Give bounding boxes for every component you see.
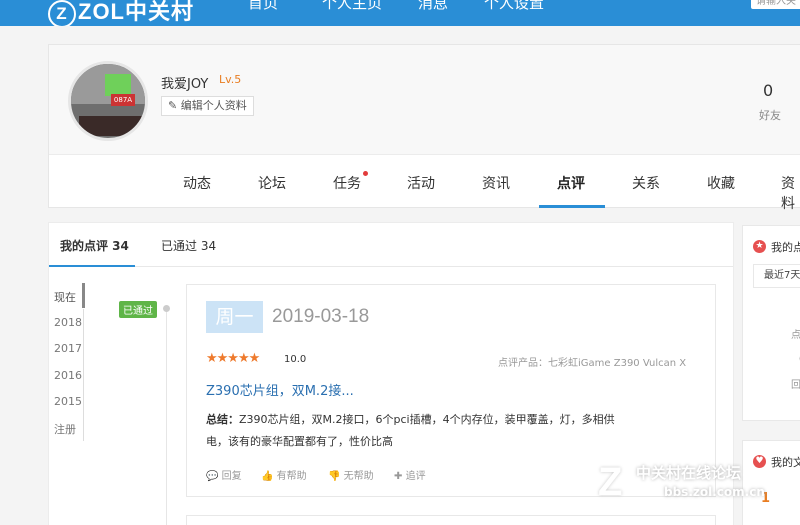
tab-events[interactable]: 活动 xyxy=(407,173,435,193)
notification-dot xyxy=(363,171,368,176)
year-2015[interactable]: 2015 xyxy=(54,395,82,408)
thumbs-up-icon: 👍 xyxy=(261,471,274,482)
logo-text: ZOL中关村 xyxy=(78,0,194,24)
subtab-divider xyxy=(49,266,733,267)
nav-messages[interactable]: 消息 xyxy=(418,0,448,13)
tab-news[interactable]: 资讯 xyxy=(482,173,510,193)
review-summary: 总结：Z390芯片组，双M.2接口，6个pci插槽，4个内存位，装甲覆盖，灯，多… xyxy=(206,409,696,453)
tab-activity[interactable]: 动态 xyxy=(183,173,211,193)
timeline-dot xyxy=(163,305,170,312)
top-search-input[interactable]: 请输入关 xyxy=(751,0,800,9)
review-score: 10.0 xyxy=(284,354,307,365)
top-nav-bar: Z ZOL中关村 首页 个人主页 消息 个人设置 请输入关 xyxy=(0,0,800,26)
tab-favorites[interactable]: 收藏 xyxy=(707,173,735,193)
watermark-url: bbs.zol.com.cn xyxy=(664,485,765,499)
year-now[interactable]: 现在 xyxy=(54,289,76,305)
profile-card: 087A 我爱JOY Lv.5 ✎ 编辑个人资料 0 好友 动态 论坛 任务 活… xyxy=(48,44,800,212)
avatar-detail-red: 087A xyxy=(111,94,135,106)
review-title[interactable]: Z390芯片组，双M.2接... xyxy=(206,380,354,399)
nav-profile[interactable]: 个人主页 xyxy=(322,0,382,13)
year-2018[interactable]: 2018 xyxy=(54,316,82,329)
plus-icon: ✚ xyxy=(394,471,403,482)
avatar[interactable]: 087A xyxy=(68,61,148,141)
watermark-logo-icon: Z xyxy=(598,460,623,504)
avatar-detail xyxy=(105,74,131,96)
thumbs-down-icon: 👎 xyxy=(328,471,341,482)
subtab-my-reviews[interactable]: 我的点评 34 xyxy=(60,237,129,254)
tab-info[interactable]: 资料 xyxy=(781,173,800,213)
star-badge-icon: ★ xyxy=(753,240,766,253)
summary-text-1: Z390芯片组，双M.2接口，6个pci插槽，4个内存位，装甲覆盖，灯，多相供 xyxy=(239,413,615,426)
zol-logo-icon: Z xyxy=(48,0,76,26)
sidebar-stat-label-2: 回 xyxy=(791,380,800,391)
helpful-button[interactable]: 👍 有帮助 xyxy=(261,467,307,482)
edit-profile-label: 编辑个人资料 xyxy=(180,99,247,112)
reply-button[interactable]: 💬 回复 xyxy=(206,467,242,482)
subtab-approved[interactable]: 已通过 34 xyxy=(161,237,216,254)
timeline-line xyxy=(166,307,167,525)
friends-count[interactable]: 0 xyxy=(763,81,773,100)
tab-tasks[interactable]: 任务 xyxy=(333,173,361,193)
comment-icon: 💬 xyxy=(206,471,219,482)
username: 我爱JOY xyxy=(161,77,209,92)
zol-logo[interactable]: Z ZOL中关村 xyxy=(48,0,194,26)
sidebar-title: 我的点 xyxy=(771,241,800,254)
avatar-detail-dark xyxy=(79,116,145,136)
pencil-icon: ✎ xyxy=(168,99,178,112)
tab-reviews[interactable]: 点评 xyxy=(557,173,585,193)
summary-text-2: 电，该有的豪华配置都有了，性价比高 xyxy=(206,435,393,448)
sidebar-period-tab[interactable]: 最近7天 xyxy=(753,264,800,288)
reply-label: 回复 xyxy=(221,471,242,482)
active-tab-indicator xyxy=(539,205,605,208)
sidebar-my-reviews: ★ 我的点 最近7天 1 点 0 回 xyxy=(742,225,800,421)
year-register[interactable]: 注册 xyxy=(54,421,76,437)
year-2017[interactable]: 2017 xyxy=(54,342,82,355)
follow-up-label: 追评 xyxy=(405,471,426,482)
active-subtab-indicator xyxy=(49,265,135,267)
reviewed-product[interactable]: 点评产品：七彩虹iGame Z390 Vulcan X xyxy=(498,354,686,369)
tab-forum[interactable]: 论坛 xyxy=(258,173,286,193)
year-divider xyxy=(83,309,84,441)
sidebar-stat-label: 点 xyxy=(791,330,800,341)
year-2016[interactable]: 2016 xyxy=(54,369,82,382)
not-helpful-button[interactable]: 👎 无帮助 xyxy=(328,467,374,482)
nav-settings[interactable]: 个人设置 xyxy=(484,0,544,13)
watermark: Z 中关村在线论坛 bbs.zol.com.cn xyxy=(598,458,798,508)
not-helpful-label: 无帮助 xyxy=(343,471,374,482)
summary-label: 总结： xyxy=(206,413,239,426)
star-rating-icon: ★★★★★ xyxy=(206,351,260,366)
friends-label: 好友 xyxy=(759,109,781,122)
year-rail-marker xyxy=(82,283,85,308)
follow-up-button[interactable]: ✚ 追评 xyxy=(394,467,426,482)
watermark-text: 中关村在线论坛 xyxy=(636,464,742,482)
profile-header: 087A 我爱JOY Lv.5 ✎ 编辑个人资料 0 好友 xyxy=(49,45,800,155)
user-level: Lv.5 xyxy=(219,73,242,86)
review-date: 2019-03-18 xyxy=(272,306,370,327)
helpful-label: 有帮助 xyxy=(276,471,307,482)
approved-badge: 已通过 xyxy=(119,301,157,318)
weekday-label: 周一 xyxy=(206,301,263,333)
nav-home[interactable]: 首页 xyxy=(248,0,278,13)
review-entry-next xyxy=(186,515,716,525)
tab-relations[interactable]: 关系 xyxy=(632,173,660,193)
edit-profile-button[interactable]: ✎ 编辑个人资料 xyxy=(161,96,254,116)
